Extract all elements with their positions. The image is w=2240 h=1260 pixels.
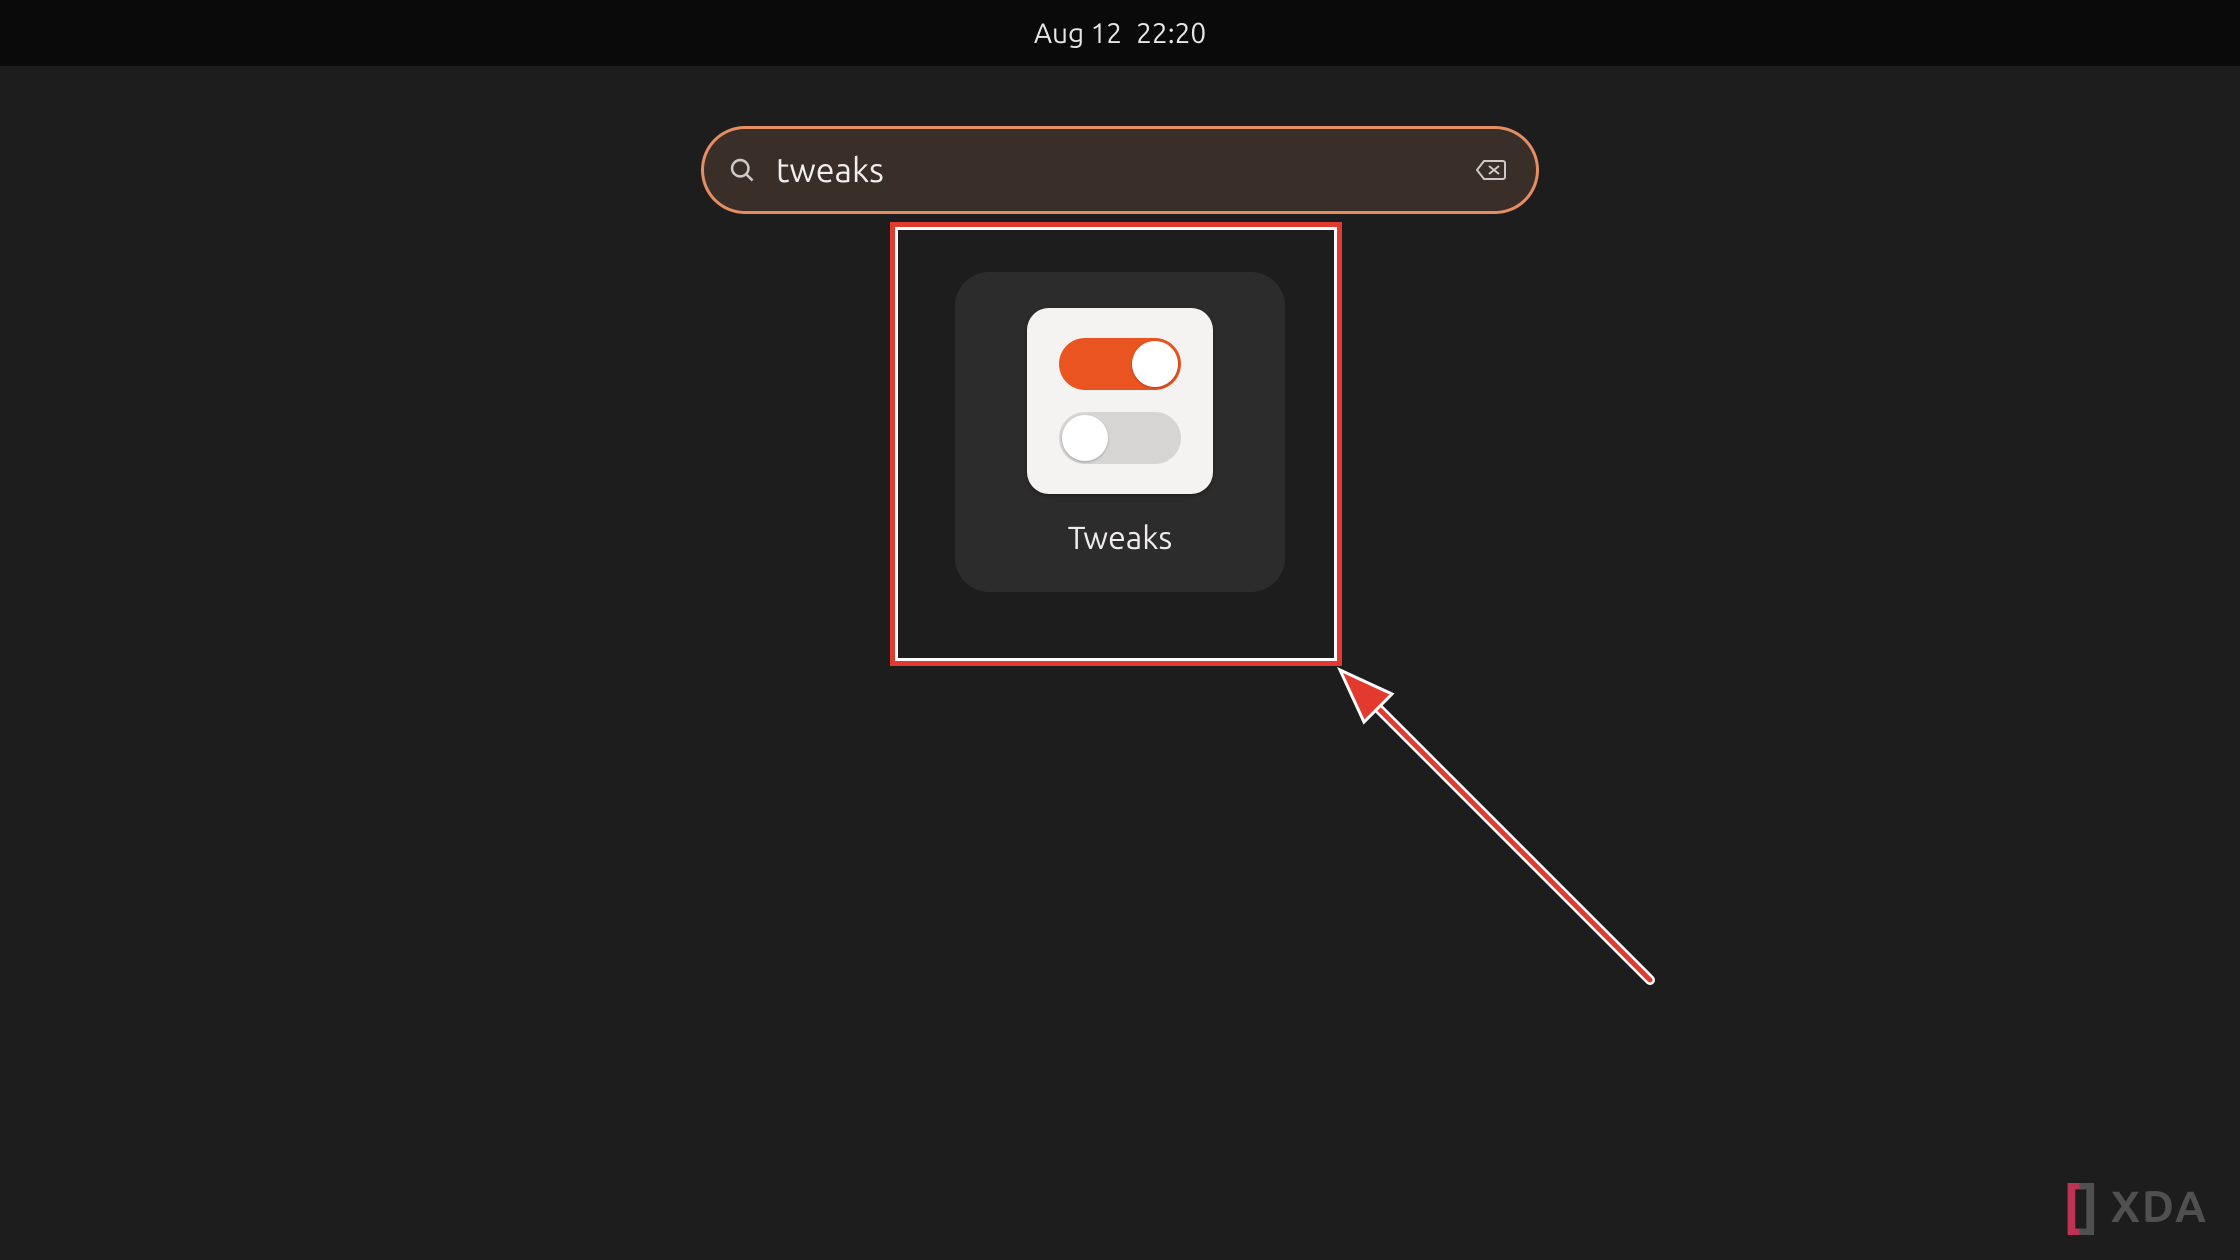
watermark-text: XDA [2111,1182,2208,1231]
search-icon [728,156,756,184]
annotation-highlight-box [890,222,1342,666]
annotation-arrow [1320,660,1680,1020]
clock-time[interactable]: 22:20 [1136,18,1206,49]
xda-watermark: [] XDA [2063,1176,2208,1236]
activities-search-bar[interactable] [701,126,1539,214]
gnome-top-bar: Aug 12 22:20 [0,0,2240,66]
backspace-clear-icon[interactable] [1476,159,1506,181]
search-input[interactable] [776,151,1476,189]
bracket-icon-left: [ [2063,1176,2079,1236]
clock-date[interactable]: Aug 12 [1034,18,1122,49]
bracket-icon-right: ] [2079,1176,2095,1236]
